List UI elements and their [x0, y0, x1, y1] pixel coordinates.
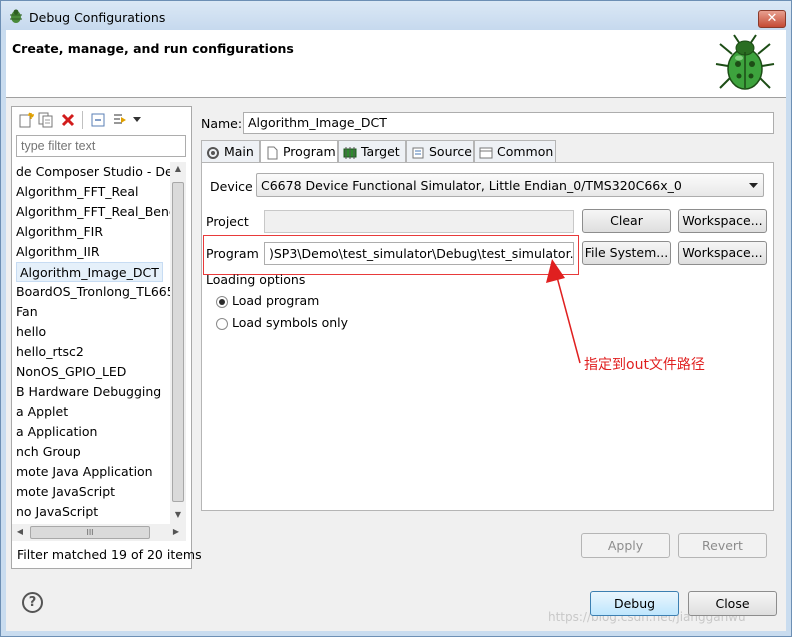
project-field — [264, 210, 574, 233]
tab-program[interactable]: Program — [260, 140, 338, 163]
annotation-text: 指定到out文件路径 — [584, 357, 705, 373]
configuration-tree: de Composer Studio - Dev Algorithm_FFT_R… — [12, 162, 170, 524]
dialog-header: Create, manage, and run configurations — [6, 30, 786, 98]
scroll-right-icon[interactable]: ▶ — [170, 527, 182, 539]
title-bar: Debug Configurations ✕ — [1, 1, 791, 30]
page-icon — [267, 146, 278, 159]
tab-source-label: Source — [428, 144, 472, 159]
window-title: Debug Configurations — [29, 10, 166, 25]
toolbar-divider — [82, 111, 83, 129]
tab-source[interactable]: Source — [406, 140, 474, 162]
main-tab-icon — [207, 146, 219, 159]
list-item[interactable]: a Applet — [16, 402, 68, 422]
loading-options-label: Loading options — [206, 272, 306, 287]
list-item[interactable]: Algorithm_FFT_Real — [16, 182, 138, 202]
debug-button[interactable]: Debug — [590, 591, 679, 616]
tab-target-label: Target — [360, 144, 400, 159]
configuration-editor: Name: Algorithm_Image_DCT Main Program T… — [195, 106, 781, 571]
header-title: Create, manage, and run configurations — [12, 41, 294, 56]
load-symbols-label: Load symbols only — [232, 315, 349, 330]
duplicate-icon[interactable] — [38, 112, 54, 128]
list-item[interactable]: hello_rtsc2 — [16, 342, 84, 362]
list-item[interactable]: nch Group — [16, 442, 81, 462]
filter-icon[interactable] — [112, 112, 128, 128]
tab-common-label: Common — [496, 144, 554, 159]
source-icon — [412, 147, 424, 158]
tab-program-label: Program — [282, 144, 336, 159]
list-item[interactable]: Fan — [16, 302, 38, 322]
tab-content: Device C6678 Device Functional Simulator… — [201, 162, 774, 511]
filter-input[interactable] — [16, 135, 186, 157]
vertical-scroll-thumb[interactable] — [172, 182, 184, 502]
vertical-scrollbar[interactable]: ▲ ▼ — [170, 162, 186, 524]
device-select-value: C6678 Device Functional Simulator, Littl… — [261, 178, 682, 193]
device-select[interactable]: C6678 Device Functional Simulator, Littl… — [256, 173, 764, 197]
horizontal-scrollbar[interactable]: ◀ III ▶ — [12, 524, 186, 541]
list-item[interactable]: Algorithm_IIR — [16, 242, 100, 262]
annotation-arrow-icon — [546, 259, 581, 364]
program-label: Program — [206, 246, 259, 261]
configuration-sidebar: de Composer Studio - Dev Algorithm_FFT_R… — [11, 106, 202, 569]
program-path-field[interactable]: )SP3\Demo\test_simulator\Debug\test_simu… — [264, 242, 574, 265]
list-item[interactable]: B Hardware Debugging — [16, 382, 161, 402]
project-label: Project — [206, 214, 249, 229]
view-menu-icon[interactable] — [132, 116, 142, 124]
name-label: Name: — [201, 116, 243, 131]
filter-status: Filter matched 19 of 20 items — [17, 547, 202, 562]
project-workspace-button[interactable]: Workspace... — [678, 209, 767, 233]
sidebar-toolbar — [16, 110, 166, 130]
apply-button[interactable]: Apply — [581, 533, 670, 558]
device-label: Device — [210, 179, 253, 194]
new-configuration-icon[interactable] — [18, 112, 34, 128]
debug-bug-icon — [10, 9, 22, 23]
close-button[interactable]: Close — [688, 591, 777, 616]
collapse-all-icon[interactable] — [90, 112, 106, 128]
help-icon[interactable]: ? — [22, 592, 43, 613]
list-item[interactable]: mote Java Application — [16, 462, 153, 482]
horizontal-scroll-thumb[interactable]: III — [30, 526, 150, 539]
list-item[interactable]: hello — [16, 322, 46, 342]
chip-icon — [343, 146, 357, 159]
scroll-left-icon[interactable]: ◀ — [14, 527, 26, 539]
chevron-down-icon — [749, 183, 758, 188]
tab-main-label: Main — [223, 144, 254, 159]
tab-bar: Main Program Target Source Common — [201, 140, 776, 163]
common-icon — [479, 147, 493, 158]
tab-common[interactable]: Common — [474, 140, 556, 162]
bug-logo-icon — [715, 34, 775, 90]
list-item-selected[interactable]: Algorithm_Image_DCT — [16, 262, 163, 282]
load-program-label: Load program — [232, 293, 320, 308]
list-item[interactable]: Algorithm_FIR — [16, 222, 103, 242]
list-item[interactable]: a Application — [16, 422, 97, 442]
scroll-down-icon[interactable]: ▼ — [172, 510, 184, 522]
list-item[interactable]: NonOS_GPIO_LED — [16, 362, 126, 382]
load-program-radio[interactable] — [216, 296, 228, 308]
list-item[interactable]: no JavaScript — [16, 502, 98, 522]
tab-target[interactable]: Target — [338, 140, 406, 162]
list-item[interactable]: mote JavaScript — [16, 482, 115, 502]
tab-main[interactable]: Main — [201, 140, 260, 162]
scroll-up-icon[interactable]: ▲ — [172, 164, 184, 176]
list-item[interactable]: de Composer Studio - Dev — [16, 162, 170, 182]
delete-icon[interactable] — [60, 112, 76, 128]
name-field[interactable]: Algorithm_Image_DCT — [243, 112, 774, 134]
load-symbols-radio[interactable] — [216, 318, 228, 330]
window-close-button[interactable]: ✕ — [758, 10, 786, 28]
program-workspace-button[interactable]: Workspace... — [678, 241, 767, 265]
list-item[interactable]: Algorithm_FFT_Real_Bench — [16, 202, 170, 222]
revert-button[interactable]: Revert — [678, 533, 767, 558]
list-item[interactable]: BoardOS_Tronlong_TL665 — [16, 282, 170, 302]
clear-button[interactable]: Clear — [582, 209, 671, 233]
